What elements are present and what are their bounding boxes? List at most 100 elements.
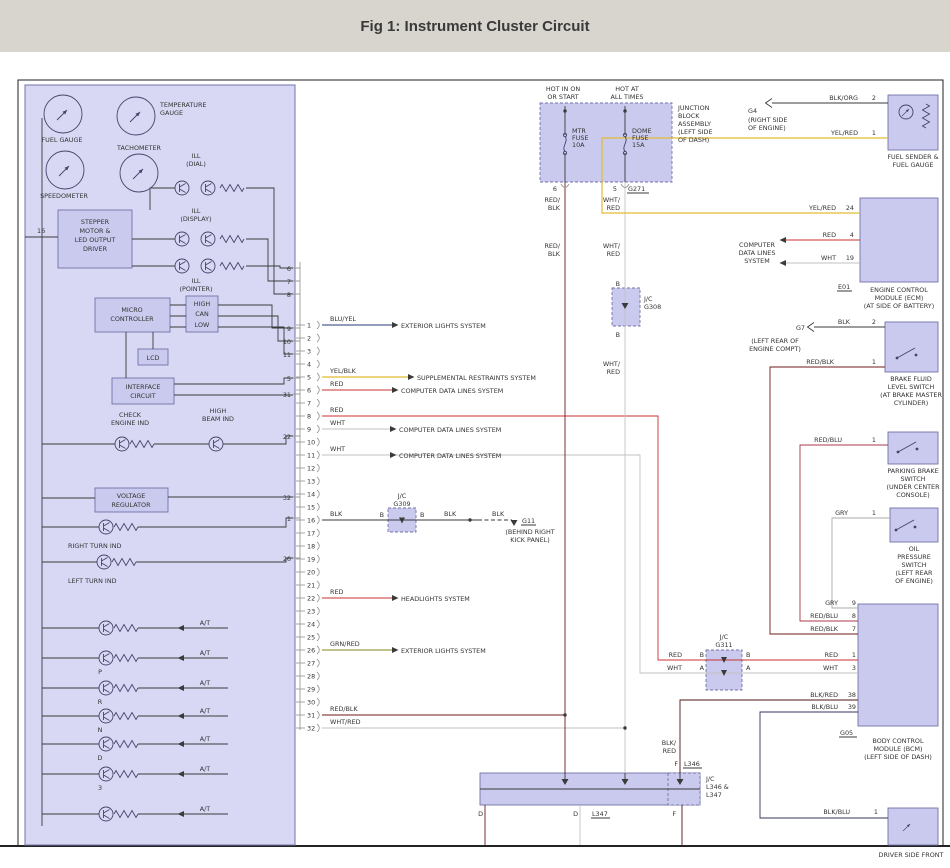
driver-side-label: DRIVER SIDE FRONT (879, 851, 944, 859)
pin-number: 24 (846, 204, 854, 212)
fuse-feed-lines (565, 106, 680, 779)
connector-pin-number: 32 (307, 724, 315, 732)
pin-number: 2 (872, 94, 876, 102)
connector-pin-number: 20 (307, 568, 315, 576)
connector-pin-bump (317, 373, 319, 381)
wire-color-label: WHT/RED (603, 196, 621, 212)
connector-pin-bump (317, 685, 319, 693)
connector-pin-bump (317, 620, 319, 628)
pin-number: 6 (553, 185, 557, 193)
pin-letter: B (746, 651, 750, 659)
ground-ref: E01 (838, 283, 850, 291)
edge-pin: 22 (283, 433, 291, 441)
ground-note: (RIGHT SIDEOF ENGINE) (748, 116, 787, 132)
pin-letter: B (380, 511, 384, 519)
pin-number: 1 (872, 509, 876, 517)
pin-number: 19 (846, 254, 854, 262)
wire-color-label: GRY (825, 599, 838, 607)
ground-ref: G11 (522, 517, 535, 525)
pin-number: 3 (852, 664, 856, 672)
wire-color-label: BLK (444, 510, 457, 518)
wire-color-label: GRN/RED (330, 640, 360, 648)
connector-pin-number: 23 (307, 607, 315, 615)
wire-color-label: WHT/RED (603, 242, 621, 258)
connector-pin-bump (317, 386, 319, 394)
wire-color-label: YEL/RED (830, 129, 858, 137)
wire-color-label: WHT (667, 664, 682, 672)
connector-pin-number: 12 (307, 464, 315, 472)
pin-number: 4 (850, 231, 854, 239)
junction-block-label: JUNCTIONBLOCKASSEMBLY(LEFT SIDEOF DASH) (677, 104, 713, 144)
connector-pin-number: 10 (307, 438, 315, 446)
connector-pin-number: 29 (307, 685, 315, 693)
connector-bump (561, 184, 629, 188)
connector-pin-number: 4 (307, 360, 311, 368)
edge-pin: 7 (287, 278, 291, 286)
bcm-label: BODY CONTROLMODULE (BCM)(LEFT SIDE OF DA… (864, 737, 932, 761)
pin-letter: F (674, 760, 678, 768)
wire-color-label: RED (330, 406, 343, 414)
connector-pin-number: 3 (307, 347, 311, 355)
connector-ref: L347 (592, 810, 608, 818)
system-label: COMPUTER DATA LINES SYSTEM (399, 426, 501, 434)
can-label: CAN (195, 310, 209, 318)
ref-underlines (521, 193, 857, 818)
connector-pin-bump (317, 477, 319, 485)
lcd-label: LCD (147, 354, 160, 362)
connector-pin-number: 17 (307, 529, 315, 537)
wire-color-label: BLK/BLU (823, 808, 850, 816)
parking-brake-switch-box (888, 432, 938, 464)
speedometer-label: SPEEDOMETER (40, 192, 88, 200)
edge-pin: 5 (287, 375, 291, 383)
edge-pin: 6 (287, 265, 291, 273)
page-title: Fig 1: Instrument Cluster Circuit (360, 18, 589, 35)
connector-pin-number: 18 (307, 542, 315, 550)
wire-color-label: RED/BLK (544, 242, 560, 258)
ground-note: (LEFT REAR OFENGINE COMPT) (749, 337, 801, 353)
connector-pin-bump (317, 347, 319, 355)
connector-pin-number: 27 (307, 659, 315, 667)
connector-pin-bump (317, 672, 319, 680)
parking-brake-label: PARKING BRAKESWITCH(UNDER CENTERCONSOLE) (886, 467, 940, 499)
wire-color-label: RED/BLU (814, 436, 842, 444)
connector-pin-bump (317, 529, 319, 537)
wire-color-label: WHT (821, 254, 836, 262)
at-label: A/T (200, 735, 211, 743)
ground-ref: G05 (840, 729, 853, 737)
connector-pin-bump (317, 607, 319, 615)
ground-ref: G4 (748, 107, 757, 115)
fuel-sender-label: FUEL SENDER &FUEL GAUGE (887, 153, 938, 169)
oil-pressure-switch-box (890, 508, 938, 542)
wire-color-label: RED (330, 588, 343, 596)
wire-color-label: WHT/RED (603, 360, 621, 376)
connector-pin-number: 25 (307, 633, 315, 641)
ground-icons (766, 99, 815, 332)
data-lines-note: COMPUTERDATA LINESSYSTEM (739, 241, 776, 265)
at-label: A/T (200, 707, 211, 715)
edge-pin: 10 (283, 338, 291, 346)
connector-pin-number: 14 (307, 490, 315, 498)
wire-color-label: BLK/RED (810, 691, 838, 699)
connector-pin-number: 11 (307, 451, 315, 459)
at-label: A/T (200, 679, 211, 687)
connector-pin-number: 19 (307, 555, 315, 563)
connector-pin-number: 21 (307, 581, 315, 589)
wire-color-label: BLK/BLU (811, 703, 838, 711)
wire-color-label: BLK/RED (662, 739, 677, 755)
wire-color-label: BLU/YEL (330, 315, 356, 323)
wire-blk-blu-bcm-to-driver (760, 712, 888, 818)
pin-number: 8 (852, 612, 856, 620)
connector-pin-number: 30 (307, 698, 315, 706)
connector-pin-bump (317, 451, 319, 459)
edge-pin: 1 (287, 515, 291, 523)
system-label: COMPUTER DATA LINES SYSTEM (401, 387, 503, 395)
wire-color-label: RED/BLK (330, 705, 358, 713)
pin-letter: A (700, 664, 705, 672)
connector-pin-bump (317, 425, 319, 433)
system-label: COMPUTER DATA LINES SYSTEM (399, 452, 501, 460)
pin-number: 9 (852, 599, 856, 607)
pin-number: 1 (874, 808, 878, 816)
connector-pin-number: 26 (307, 646, 315, 654)
connector-pin-number: 24 (307, 620, 315, 628)
connector-pin-bump (317, 594, 319, 602)
